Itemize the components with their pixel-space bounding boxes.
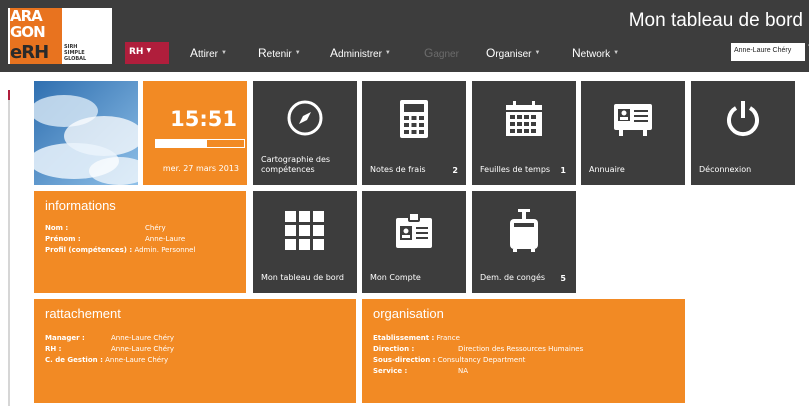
sky-image bbox=[34, 81, 138, 185]
user-name: Anne-Laure Chéry bbox=[734, 47, 792, 54]
organisation-row-service: Service : NA bbox=[373, 367, 469, 375]
rattachement-rows: Manager : Anne-Laure Chéry RH : Anne-Laure… bbox=[45, 333, 174, 366]
clock-progress-fill bbox=[156, 140, 208, 147]
contact-card-icon bbox=[614, 104, 652, 136]
chevron-down-icon: ▼ bbox=[146, 47, 152, 54]
tile-count-badge: 1 bbox=[560, 166, 566, 175]
chevron-down-icon: ▼ bbox=[384, 50, 391, 56]
logo-subtitle-3: GLOBAL bbox=[64, 56, 87, 62]
logo-text-line-1: ARA bbox=[10, 7, 43, 25]
sky-image-tile bbox=[34, 81, 138, 185]
tile-mon-tableau-de-bord[interactable]: Mon tableau de bord bbox=[253, 191, 357, 293]
calculator-icon bbox=[400, 100, 428, 138]
chevron-down-icon: ▼ bbox=[534, 50, 541, 56]
informations-panel: informations Nom : Chéry Prénom : Anne-Lau… bbox=[34, 191, 246, 293]
tile-notes-de-frais[interactable]: Notes de frais 2 bbox=[362, 81, 466, 185]
nav-item-attirer[interactable]: Attirer ▼ bbox=[190, 46, 227, 60]
tile-label: Mon tableau de bord bbox=[261, 273, 344, 282]
tile-label: Déconnexion bbox=[699, 165, 752, 174]
page-title: Mon tableau de bord bbox=[628, 10, 803, 31]
rattachement-row-cdg: C. de Gestion : Anne-Laure Chéry bbox=[45, 356, 169, 364]
rh-menu-button[interactable]: RH ▼ bbox=[125, 42, 169, 64]
rattachement-row-rh: RH : Anne-Laure Chéry bbox=[45, 345, 175, 353]
top-bar: ARA GON eRH SIRH SIMPLE GLOBAL Mon table… bbox=[0, 0, 809, 72]
chevron-down-icon: ▼ bbox=[294, 50, 301, 56]
tile-mon-compte[interactable]: Mon Compte bbox=[362, 191, 466, 293]
tile-label: Notes de frais bbox=[370, 165, 426, 174]
tile-demande-conges[interactable]: Dem. de congés 5 bbox=[472, 191, 576, 293]
organisation-panel: organisation Etablissement : France Dire… bbox=[362, 299, 685, 403]
calendar-icon bbox=[506, 101, 542, 136]
clock-progress-bar bbox=[155, 139, 245, 148]
id-badge-icon bbox=[396, 213, 432, 248]
clock-date: mer. 27 mars 2013 bbox=[162, 164, 239, 173]
nav-item-administrer[interactable]: Administrer ▼ bbox=[330, 46, 391, 60]
user-select[interactable]: Anne-Laure Chéry ▼ bbox=[731, 43, 809, 61]
rattachement-row-manager: Manager : Anne-Laure Chéry bbox=[45, 334, 175, 342]
aragon-erh-logo[interactable]: ARA GON eRH SIRH SIMPLE GLOBAL bbox=[8, 8, 112, 64]
organisation-rows: Etablissement : France Direction : Direct… bbox=[373, 333, 583, 377]
tile-label: Mon Compte bbox=[370, 273, 421, 282]
clock-tile: 15:51 mer. 27 mars 2013 bbox=[143, 81, 247, 185]
suitcase-icon bbox=[510, 209, 538, 252]
chevron-down-icon: ▼ bbox=[221, 50, 227, 56]
organisation-title: organisation bbox=[373, 306, 444, 321]
organisation-row-direction: Direction : Direction des Ressources Huma… bbox=[373, 345, 584, 353]
tile-feuilles-de-temps[interactable]: Feuilles de temps 1 bbox=[472, 81, 576, 185]
rh-menu-label: RH bbox=[129, 47, 144, 57]
tile-count-badge: 2 bbox=[452, 166, 458, 175]
informations-title: informations bbox=[45, 198, 116, 213]
informations-rows: Nom : Chéry Prénom : Anne-Laure Profil (co… bbox=[45, 223, 195, 256]
power-icon bbox=[727, 101, 759, 137]
grid-icon bbox=[285, 211, 324, 250]
left-rule bbox=[8, 90, 10, 406]
tile-deconnexion[interactable]: Déconnexion bbox=[691, 81, 795, 185]
tile-cartographie-competences[interactable]: Cartographie des compétences bbox=[253, 81, 357, 185]
rattachement-title: rattachement bbox=[45, 306, 121, 321]
nav-item-retenir[interactable]: Retenir ▼ bbox=[258, 46, 301, 60]
chevron-down-icon: ▼ bbox=[613, 50, 620, 56]
info-row-nom: Nom : Chéry bbox=[45, 224, 166, 232]
organisation-row-etablissement: Etablissement : France bbox=[373, 334, 460, 342]
clock-time: 15:51 bbox=[170, 107, 237, 131]
info-row-prenom: Prénom : Anne-Laure bbox=[45, 235, 186, 243]
compass-icon bbox=[287, 100, 323, 136]
left-rule-accent bbox=[8, 90, 10, 100]
tile-label: Dem. de congés bbox=[480, 273, 546, 282]
logo-text-line-3: eRH bbox=[10, 42, 49, 63]
info-row-profil: Profil (compétences) : Admin. Personnel bbox=[45, 246, 196, 254]
tile-label: Annuaire bbox=[589, 165, 625, 174]
rattachement-panel: rattachement Manager : Anne-Laure Chéry R… bbox=[34, 299, 356, 403]
logo-text-line-2: GON bbox=[10, 23, 46, 41]
nav-item-gagner: Gagner bbox=[424, 46, 459, 60]
tile-label: Feuilles de temps bbox=[480, 165, 551, 174]
tile-label: Cartographie des compétences bbox=[261, 155, 331, 174]
nav-item-network[interactable]: Network ▼ bbox=[572, 46, 619, 60]
tile-count-badge: 5 bbox=[560, 274, 566, 283]
organisation-row-sous-direction: Sous-direction : Consultancy Department bbox=[373, 356, 526, 364]
tile-annuaire[interactable]: Annuaire bbox=[581, 81, 685, 185]
nav-item-organiser[interactable]: Organiser ▼ bbox=[486, 46, 540, 60]
